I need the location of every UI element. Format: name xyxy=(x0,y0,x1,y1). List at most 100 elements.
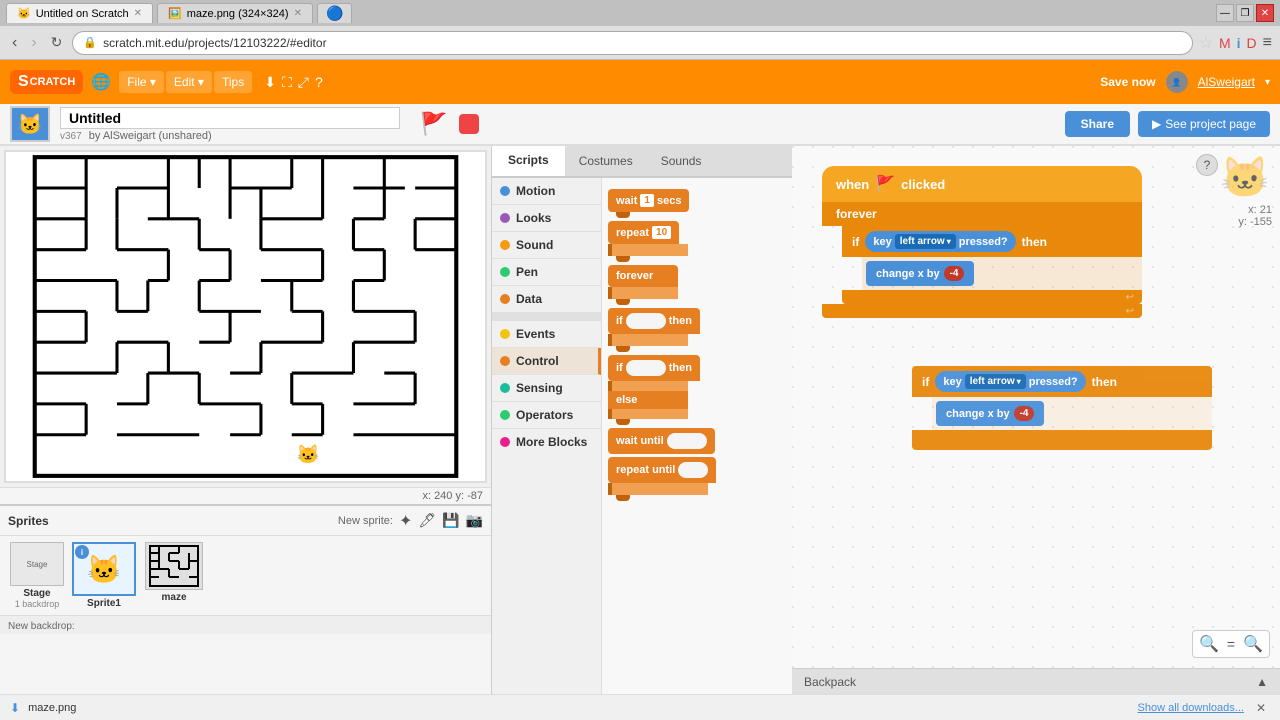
share-btn[interactable]: Share xyxy=(1065,111,1130,137)
cat-events[interactable]: Events xyxy=(492,321,601,348)
block-repeat-value[interactable]: 10 xyxy=(652,226,671,239)
block-repeat-until[interactable]: repeat until xyxy=(608,457,786,501)
key-dropdown[interactable]: left arrow ▾ xyxy=(895,234,956,249)
username-label[interactable]: AlSweigart xyxy=(1198,75,1255,89)
forever-label-row[interactable]: forever xyxy=(822,202,1142,226)
user-dropdown-arrow[interactable]: ▾ xyxy=(1265,77,1270,88)
tab-close-scratch[interactable]: ✕ xyxy=(134,8,142,19)
key-condition-block[interactable]: key left arrow ▾ pressed? xyxy=(865,231,1015,252)
cat-data[interactable]: Data xyxy=(492,286,601,313)
address-bar[interactable]: 🔒 scratch.mit.edu/projects/12103222/#edi… xyxy=(72,31,1192,55)
green-flag-btn[interactable]: 🚩 xyxy=(420,111,447,137)
lastpass-icon[interactable]: D xyxy=(1247,35,1257,51)
block-forever[interactable]: forever xyxy=(608,265,786,305)
zoom-in-btn[interactable]: 🔍 xyxy=(1199,634,1219,654)
tab-sounds[interactable]: Sounds xyxy=(647,146,716,176)
block-if[interactable]: if then xyxy=(608,308,786,352)
nav-back[interactable]: ‹ xyxy=(8,32,21,54)
forever-block-outer: forever if key xyxy=(822,202,1142,318)
see-project-btn[interactable]: ▶ See project page xyxy=(1138,111,1270,137)
block-repeat[interactable]: repeat 10 xyxy=(608,221,786,262)
tab-scripts[interactable]: Scripts xyxy=(492,146,565,176)
tab-close-maze[interactable]: ✕ xyxy=(294,8,302,19)
file-menu[interactable]: File ▾ xyxy=(119,71,164,93)
cat-sensing[interactable]: Sensing xyxy=(492,375,601,402)
bookmark-icon[interactable]: ☆ xyxy=(1199,33,1213,53)
cat-looks[interactable]: Looks xyxy=(492,205,601,232)
change-x-block[interactable]: change x by -4 xyxy=(866,261,974,286)
if-label-row[interactable]: if key left arrow ▾ pressed? xyxy=(842,226,1142,257)
cat-operators[interactable]: Operators xyxy=(492,402,601,429)
block-if-else[interactable]: if then else xyxy=(608,355,786,425)
hat-block[interactable]: when 🚩 clicked xyxy=(822,166,1142,202)
tab-scratch[interactable]: 🐱 Untitled on Scratch ✕ xyxy=(6,3,153,23)
help-canvas-btn[interactable]: ? xyxy=(1196,154,1218,176)
scripting-canvas[interactable]: 🐱 ? x: 21 y: -155 when 🚩 clicked xyxy=(792,146,1280,668)
change-x-value[interactable]: -4 xyxy=(944,266,965,281)
zoom-out-btn[interactable]: 🔍 xyxy=(1243,634,1263,654)
key-label: key xyxy=(873,236,891,248)
stage-thumbnail[interactable]: Stage Stage 1 backdrop xyxy=(8,542,66,609)
address-bar-row: ‹ › ↻ 🔒 scratch.mit.edu/projects/1210322… xyxy=(0,26,1280,60)
tab-favicon-scratch: 🐱 xyxy=(17,7,31,20)
backpack-toggle[interactable]: ▲ xyxy=(1256,675,1268,689)
backpack-label: Backpack xyxy=(804,675,856,689)
block-wait-until-label: wait until xyxy=(616,435,664,447)
cat-motion[interactable]: Motion xyxy=(492,178,601,205)
if-text-2: if xyxy=(922,375,929,389)
key-cond-2[interactable]: key left arrow ▾ pressed? xyxy=(935,371,1085,392)
nav-forward[interactable]: › xyxy=(27,32,40,54)
expand-icon[interactable]: ⛶ xyxy=(282,74,292,91)
close-downloads-btn[interactable]: ✕ xyxy=(1252,701,1270,715)
cat-control[interactable]: Control xyxy=(492,348,601,375)
stage-sub-label: 1 backdrop xyxy=(15,599,60,609)
tab-costumes[interactable]: Costumes xyxy=(565,146,647,176)
win-close[interactable]: ✕ xyxy=(1256,4,1274,22)
sprite1-badge: i xyxy=(75,545,89,559)
edit-menu[interactable]: Edit ▾ xyxy=(166,71,212,93)
change-x-value-2[interactable]: -4 xyxy=(1014,406,1035,421)
maze-sprite-thumbnail[interactable]: maze xyxy=(142,542,206,603)
if-block-2-label[interactable]: if key left arrow ▾ pressed? then xyxy=(912,366,1212,397)
block-wait-until[interactable]: wait until xyxy=(608,428,786,454)
new-sprite-upload[interactable]: 💾 xyxy=(442,512,459,529)
fullscreen-icon[interactable]: ⤢ xyxy=(298,74,309,91)
win-minimize[interactable]: — xyxy=(1216,4,1234,22)
tips-btn[interactable]: Tips xyxy=(214,71,252,93)
tab-new[interactable]: 🔵 xyxy=(317,3,352,23)
help-header-icon[interactable]: ? xyxy=(315,74,323,91)
user-icon[interactable]: i xyxy=(1237,35,1241,51)
project-title-input[interactable] xyxy=(60,107,400,129)
sprites-container: Stage Stage 1 backdrop i 🐱 Sprite1 xyxy=(0,536,491,615)
cat-more-blocks[interactable]: More Blocks xyxy=(492,429,601,455)
cat-events-dot xyxy=(500,329,510,339)
stage-viewport: 🐱 xyxy=(4,150,487,483)
zoom-eq-btn[interactable]: = xyxy=(1223,634,1239,654)
cat-sound[interactable]: Sound xyxy=(492,232,601,259)
block-wait[interactable]: wait 1 secs xyxy=(608,189,786,218)
key-dropdown-2[interactable]: left arrow ▾ xyxy=(965,374,1026,389)
tab-maze[interactable]: 🖼️ maze.png (324×324) ✕ xyxy=(157,3,313,23)
download-icon[interactable]: ⬇ xyxy=(264,74,276,91)
coords-bar: x: 240 y: -87 xyxy=(0,487,491,504)
win-maximize[interactable]: ❐ xyxy=(1236,4,1254,22)
project-info: v367 by AlSweigart (unshared) xyxy=(60,107,400,142)
show-downloads-btn[interactable]: Show all downloads... xyxy=(1138,702,1244,714)
cat-pen[interactable]: Pen xyxy=(492,259,601,286)
stop-btn[interactable] xyxy=(459,114,479,134)
block-repeat-until-hole xyxy=(678,462,708,478)
save-now-btn[interactable]: Save now xyxy=(1100,75,1155,89)
menu-icon[interactable]: ≡ xyxy=(1263,34,1272,52)
sprite1-thumb-img: i 🐱 xyxy=(72,542,136,596)
new-sprite-paint[interactable]: 🖊 xyxy=(418,512,436,529)
block-wait-value[interactable]: 1 xyxy=(640,194,654,207)
nav-refresh[interactable]: ↻ xyxy=(47,32,67,53)
sprite1-thumbnail[interactable]: i 🐱 Sprite1 xyxy=(70,542,138,609)
new-sprite-label: New sprite: xyxy=(338,515,393,527)
new-sprite-star[interactable]: ✦ xyxy=(399,511,412,531)
flag-icon-block: 🚩 xyxy=(875,174,895,194)
gmail-icon[interactable]: M xyxy=(1219,35,1231,51)
globe-icon[interactable]: 🌐 xyxy=(91,72,111,92)
change-x-block-2[interactable]: change x by -4 xyxy=(936,401,1044,426)
new-sprite-camera[interactable]: 📷 xyxy=(466,512,483,529)
